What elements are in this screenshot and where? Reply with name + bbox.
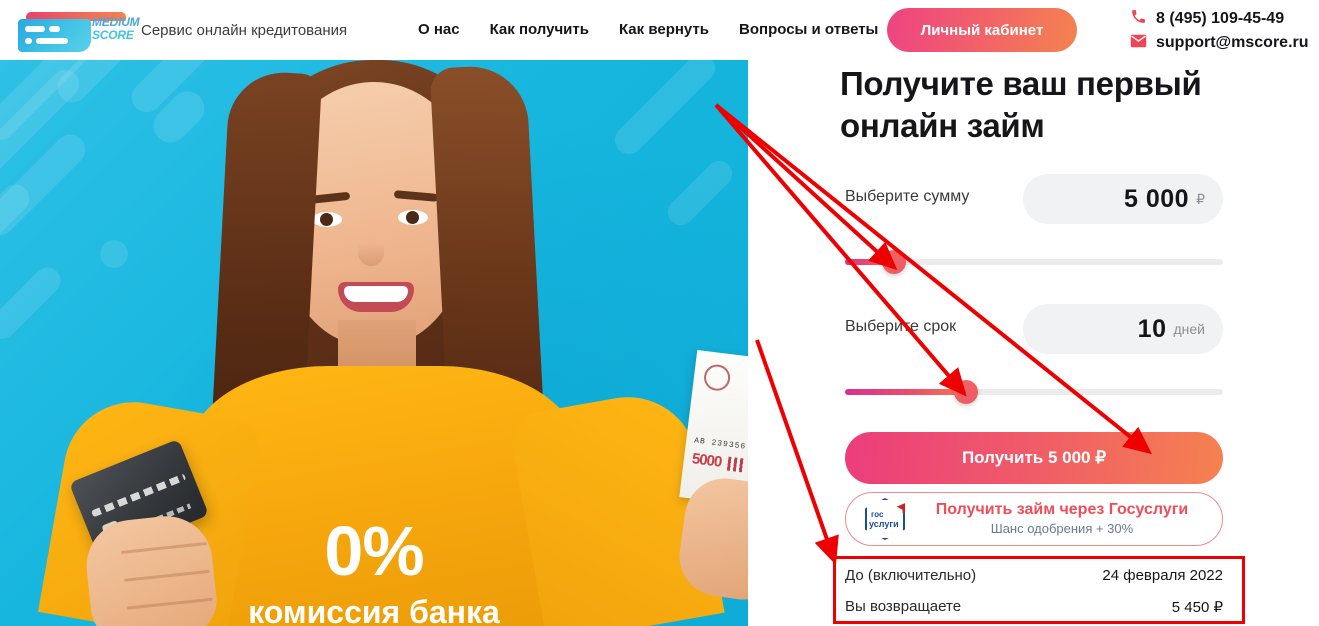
banknote-denomination: 5000 [690,450,723,471]
medium-score-logo[interactable]: MEDIUM SCORE [8,8,140,54]
banknote-stripes [726,456,745,473]
gosuslugi-text-block: Получить займ через Госуслуги Шанс одобр… [914,500,1210,538]
term-unit: дней [1173,321,1205,337]
nav-item-about[interactable]: О нас [418,21,460,38]
nav-item-how-to-return[interactable]: Как вернуть [619,21,709,38]
banknote-serial: АВ 239356 [693,436,747,452]
main-navigation: О нас Как получить Как вернуть Вопросы и… [418,21,878,38]
site-tagline: Сервис онлайн кредитования [141,22,348,39]
site-header: MEDIUM SCORE Сервис онлайн кредитования … [0,0,1319,60]
term-slider[interactable] [845,380,1223,404]
summary-key-due-date: До (включительно) [845,567,977,584]
phone-contact[interactable]: 8 (495) 109-45-49 [1130,8,1309,30]
summary-value-due-date: 24 февраля 2022 [1102,567,1223,584]
term-slider-fill [845,389,966,395]
summary-row-repay: Вы возвращаете 5 450 ₽ [845,591,1223,622]
term-label: Выберите срок [845,318,957,335]
banknote-seal [702,363,732,393]
amount-label: Выберите сумму [845,188,970,205]
person-nose [358,232,384,266]
person-pupil-right [406,211,419,224]
get-loan-button[interactable]: Получить 5 000 ₽ [845,432,1223,484]
person-mouth [338,282,414,312]
calculator-title: Получите ваш первый онлайн займ [840,65,1202,144]
email-contact[interactable]: support@mscore.ru [1130,32,1309,54]
gosuslugi-logo-line-1: гос [871,510,884,519]
hero-percent: 0% [324,512,424,590]
gosuslugi-button[interactable]: гос услуги Получить займ через Госуслуги… [845,492,1223,546]
gosuslugi-sub-label: Шанс одобрения + 30% [990,521,1134,536]
phone-number: 8 (495) 109-45-49 [1156,10,1285,27]
amount-value: 5 000 [1124,184,1190,213]
summary-value-repay: 5 450 ₽ [1171,598,1223,616]
nav-item-faq[interactable]: Вопросы и ответы [739,21,878,38]
page-root: MEDIUM SCORE Сервис онлайн кредитования … [0,0,1319,626]
person-pupil-left [320,213,333,226]
personal-cabinet-button[interactable]: Личный кабинет [887,8,1077,52]
logo-card-line-3 [36,38,68,44]
amount-slider-thumb[interactable] [882,250,907,274]
logo-card-line-2 [49,26,60,32]
hero-banner: АВ 239356 5000 0% комиссия банка При опл… [0,60,748,626]
hero-text-block: 0% комиссия банка При оплате займа банко… [0,512,748,626]
header-contacts: 8 (495) 109-45-49 support@mscore.ru [1130,8,1309,56]
envelope-icon [1130,34,1147,53]
summary-key-repay: Вы возвращаете [845,598,962,615]
person-teeth [344,286,408,302]
summary-row-due-date: До (включительно) 24 февраля 2022 [845,560,1223,591]
amount-unit: ₽ [1196,190,1205,207]
term-value: 10 [1137,314,1167,343]
amount-slider[interactable] [845,250,1223,274]
gosuslugi-logo-icon: гос услуги [862,497,908,541]
amount-value-field[interactable]: 5 000 ₽ [1023,174,1223,224]
term-slider-thumb[interactable] [953,380,978,404]
email-address: support@mscore.ru [1156,34,1309,51]
loan-summary: До (включительно) 24 февраля 2022 Вы воз… [845,560,1223,622]
phone-icon [1130,8,1147,30]
hero-subtitle: комиссия банка [248,594,500,626]
nav-item-how-to-get[interactable]: Как получить [490,21,589,38]
gosuslugi-main-label: Получить займ через Госуслуги [935,501,1189,518]
logo-card-icon [18,19,91,52]
term-value-field[interactable]: 10 дней [1023,304,1223,354]
gosuslugi-logo-line-2: услуги [869,519,899,529]
